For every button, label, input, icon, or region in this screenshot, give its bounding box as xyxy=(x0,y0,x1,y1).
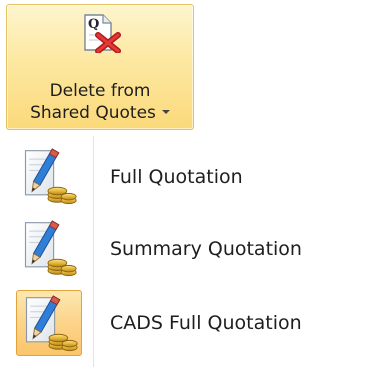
svg-text:Q: Q xyxy=(88,17,99,32)
menu-item-label: Summary Quotation xyxy=(110,238,302,260)
menu-item-full-quotation[interactable]: Full Quotation xyxy=(14,140,384,216)
menu-item-summary-quotation[interactable]: Summary Quotation xyxy=(14,212,384,288)
button-label-line2-text: Shared Quotes xyxy=(30,103,156,123)
menu-item-cads-full-quotation[interactable]: CADS Full Quotation xyxy=(14,286,384,362)
menu-item-label: CADS Full Quotation xyxy=(110,312,302,334)
shared-quotes-dropdown-menu: Full Quotation Summary Quotation CADS Fu… xyxy=(0,136,384,367)
button-label-line2: Shared Quotes xyxy=(7,103,193,123)
document-q-delete-icon: Q xyxy=(84,14,121,53)
button-label-line1: Delete from xyxy=(49,81,151,101)
menu-item-label: Full Quotation xyxy=(110,166,243,188)
pencil-coins-icon xyxy=(16,144,82,210)
chevron-down-icon[interactable] xyxy=(161,110,170,114)
delete-from-shared-quotes-button[interactable]: Q Delete from Shared Quotes xyxy=(6,4,194,130)
pencil-coins-icon xyxy=(16,216,82,282)
pencil-coins-icon xyxy=(16,290,82,356)
